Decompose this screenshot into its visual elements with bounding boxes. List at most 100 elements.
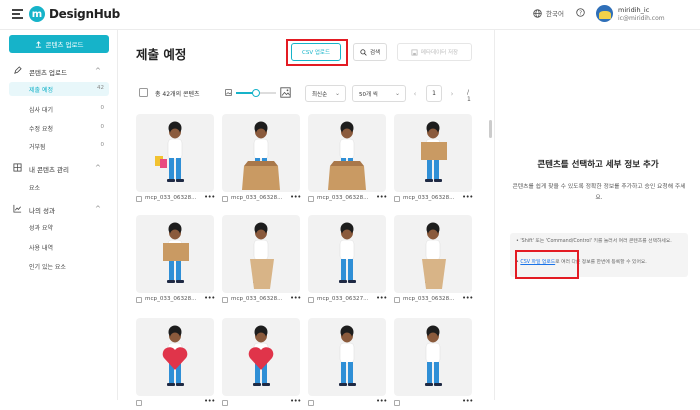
content-thumbnail[interactable] — [308, 114, 386, 192]
nav-group-label: 내 콘텐츠 관리 — [29, 166, 70, 174]
search-icon — [360, 48, 367, 56]
content-thumbnail[interactable] — [394, 215, 472, 293]
content-thumbnail[interactable] — [394, 318, 472, 396]
more-options-icon[interactable]: ••• — [204, 397, 215, 405]
card-checkbox[interactable] — [308, 297, 314, 303]
sidebar-item-performance-summary[interactable]: 성과 요약 — [9, 220, 109, 234]
details-panel: 콘텐츠를 선택하고 세부 정보 추가 콘텐츠를 쉽게 찾을 수 있도록 정확한 … — [494, 30, 700, 400]
sort-select[interactable]: 최신순 ⌄ — [305, 85, 346, 102]
character-illustration — [421, 121, 447, 182]
card-checkbox[interactable] — [394, 297, 400, 303]
slider-handle[interactable] — [252, 89, 260, 97]
content-filename: mcp_033_06328... — [145, 195, 197, 201]
content-card[interactable]: mcp_033_06328... ••• — [222, 114, 301, 206]
more-options-icon[interactable]: ••• — [204, 294, 215, 302]
character-illustration — [250, 222, 274, 289]
card-checkbox[interactable] — [136, 297, 142, 303]
card-checkbox[interactable] — [222, 400, 228, 406]
content-thumbnail[interactable] — [136, 215, 214, 293]
more-options-icon[interactable]: ••• — [290, 193, 301, 201]
content-upload-label: 콘텐츠 업로드 — [45, 41, 84, 49]
content-card[interactable]: mcp_033_06328... ••• — [308, 114, 387, 206]
character-illustration — [248, 325, 274, 386]
sidebar-item-elements[interactable]: 요소 — [9, 180, 109, 194]
content-card[interactable]: ••• — [308, 318, 387, 410]
nav-group-content-upload[interactable]: 콘텐츠 업로드 ^ — [0, 64, 118, 78]
content-thumbnail[interactable] — [308, 318, 386, 396]
card-checkbox[interactable] — [136, 196, 142, 202]
more-options-icon[interactable]: ••• — [204, 193, 215, 201]
top-bar: m DesignHub 한국어 ? miridih_ic ic@miridih.… — [0, 0, 700, 30]
card-checkbox[interactable] — [394, 196, 400, 202]
more-options-icon[interactable]: ••• — [462, 397, 473, 405]
content-card[interactable]: mcp_033_06328... ••• — [136, 114, 215, 206]
sidebar-item-label: 사용 내역 — [29, 245, 53, 252]
sidebar-item-pending[interactable]: 제출 예정 42 — [9, 82, 109, 96]
per-page-value: 50개 씩 — [359, 91, 378, 98]
card-checkbox[interactable] — [222, 297, 228, 303]
prev-page-button[interactable]: ‹ — [407, 85, 423, 102]
content-card[interactable]: mcp_033_06327... ••• — [308, 215, 387, 307]
content-thumbnail[interactable] — [394, 114, 472, 192]
card-checkbox[interactable] — [308, 400, 314, 406]
more-options-icon[interactable]: ••• — [376, 294, 387, 302]
svg-text:?: ? — [579, 10, 582, 16]
next-page-button[interactable]: › — [444, 85, 460, 102]
help-icon[interactable]: ? — [576, 8, 585, 17]
more-options-icon[interactable]: ••• — [462, 193, 473, 201]
logo[interactable]: m DesignHub — [29, 6, 120, 22]
nav-group-performance[interactable]: 나의 성과 ^ — [0, 202, 118, 216]
sidebar-item-review-waiting[interactable]: 심사 대기 0 — [9, 102, 109, 116]
content-card[interactable]: mcp_033_06328... ••• — [394, 215, 473, 307]
content-thumbnail[interactable] — [136, 318, 214, 396]
search-button[interactable]: 검색 — [353, 43, 387, 61]
highlight-box-csv — [286, 39, 348, 66]
more-options-icon[interactable]: ••• — [290, 397, 301, 405]
content-thumbnail[interactable] — [222, 318, 300, 396]
select-all-checkbox[interactable] — [139, 88, 148, 97]
character-illustration — [163, 222, 189, 283]
content-card[interactable]: mcp_033_06328... ••• — [394, 114, 473, 206]
more-options-icon[interactable]: ••• — [376, 397, 387, 405]
content-card[interactable]: mcp_033_06328... ••• — [222, 215, 301, 307]
card-checkbox[interactable] — [222, 196, 228, 202]
content-thumbnail[interactable] — [222, 114, 300, 192]
current-page-input[interactable]: 1 — [426, 85, 442, 102]
sidebar-item-popular-elements[interactable]: 인기 있는 요소 — [9, 259, 109, 273]
save-metadata-button[interactable]: 메타데이터 저장 — [397, 43, 472, 61]
nav-group-my-content[interactable]: 내 콘텐츠 관리 ^ — [0, 161, 118, 175]
content-card[interactable]: ••• — [394, 318, 473, 410]
content-thumbnail[interactable] — [136, 114, 214, 192]
main-scrollbar[interactable] — [489, 120, 492, 138]
content-card[interactable]: ••• — [136, 318, 215, 410]
avatar[interactable] — [596, 5, 613, 22]
card-checkbox[interactable] — [394, 400, 400, 406]
chart-icon — [13, 204, 22, 213]
content-filename: mcp_033_06327... — [317, 296, 369, 302]
content-upload-button[interactable]: 콘텐츠 업로드 — [9, 35, 109, 53]
content-thumbnail[interactable] — [308, 215, 386, 293]
thumbnail-size-slider[interactable] — [236, 89, 276, 97]
sidebar-item-label: 인기 있는 요소 — [29, 264, 66, 271]
sidebar-item-rejected[interactable]: 거부됨 0 — [9, 139, 109, 153]
content-card[interactable]: ••• — [222, 318, 301, 410]
upload-icon — [35, 40, 41, 48]
language-selector[interactable]: 한국어 — [533, 8, 564, 18]
sidebar-item-usage-history[interactable]: 사용 내역 — [9, 240, 109, 254]
per-page-select[interactable]: 50개 씩 ⌄ — [352, 85, 406, 102]
menu-icon[interactable] — [12, 9, 23, 19]
page-title: 제출 예정 — [136, 47, 187, 62]
sidebar-item-revision-request[interactable]: 수정 요청 0 — [9, 121, 109, 135]
content-filename: mcp_033_06328... — [403, 195, 455, 201]
sidebar-item-label: 제출 예정 — [29, 87, 53, 94]
more-options-icon[interactable]: ••• — [290, 294, 301, 302]
more-options-icon[interactable]: ••• — [376, 193, 387, 201]
content-card[interactable]: mcp_033_06328... ••• — [136, 215, 215, 307]
more-options-icon[interactable]: ••• — [462, 294, 473, 302]
chevron-up-icon: ^ — [95, 205, 101, 213]
tip-multi-select: • 'Shift' 또는 'Command/Control' 키를 눌러서 여러… — [516, 239, 672, 244]
character-illustration — [328, 121, 366, 190]
content-thumbnail[interactable] — [222, 215, 300, 293]
card-checkbox[interactable] — [308, 196, 314, 202]
card-checkbox[interactable] — [136, 400, 142, 406]
